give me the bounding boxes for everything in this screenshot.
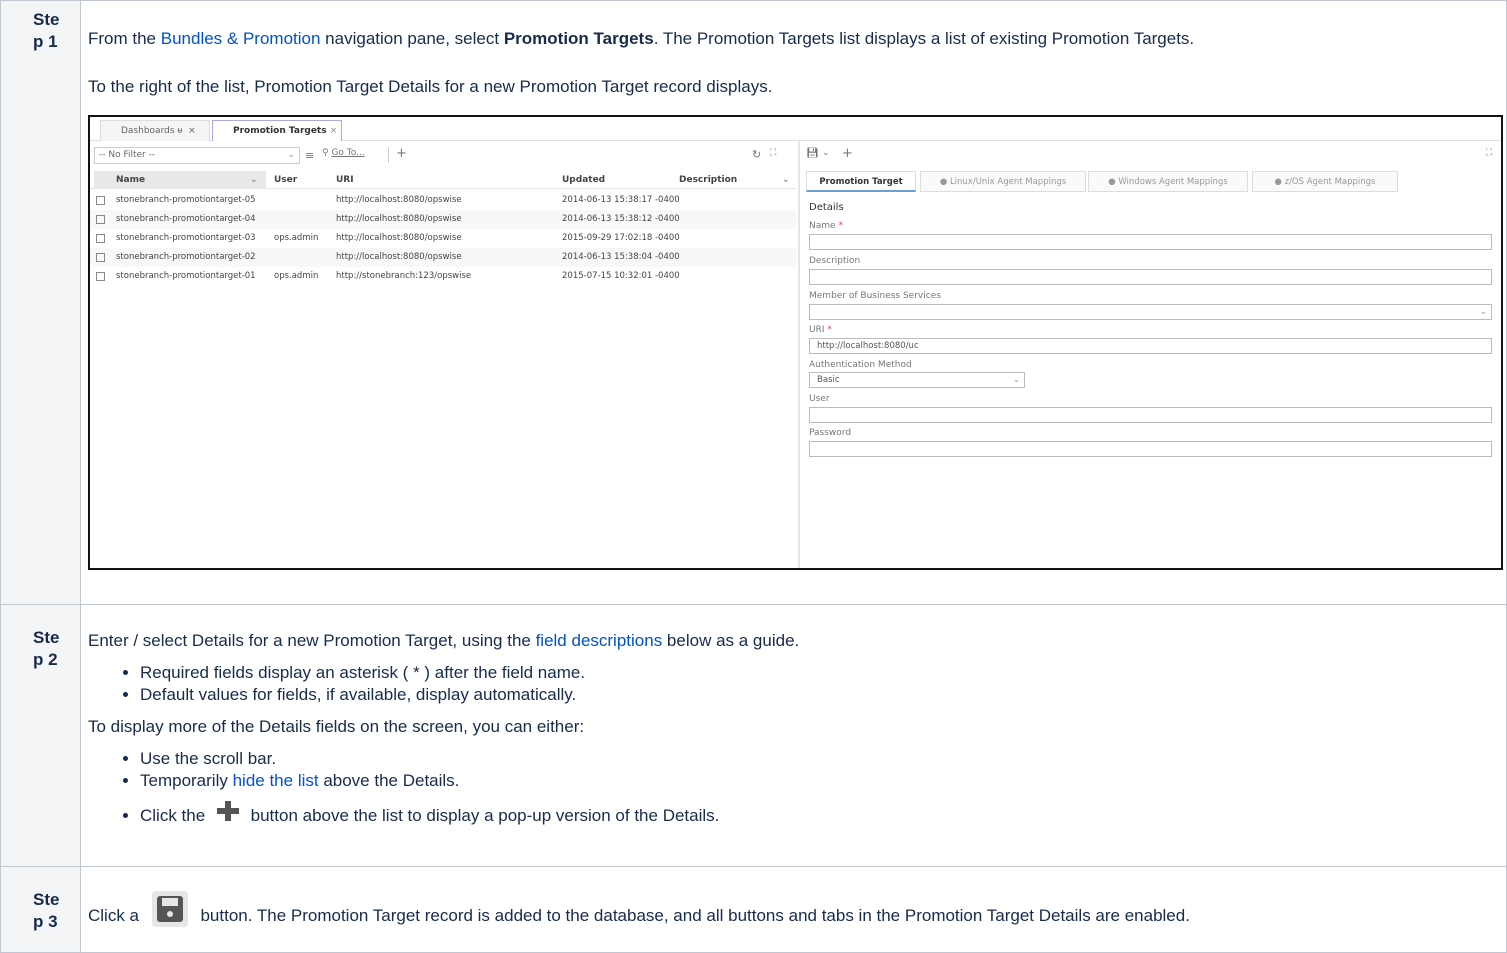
step2-mid: To display more of the Details fields on… (88, 717, 585, 736)
password-field[interactable] (809, 441, 1492, 457)
list-item: Temporarily hide the list above the Deta… (140, 770, 1506, 792)
uri-field[interactable]: http://localhost:8080/uc (809, 338, 1492, 354)
member-label: Member of Business Services (809, 291, 941, 301)
user-label: User (809, 394, 830, 404)
column-updated[interactable]: Updated (562, 171, 605, 189)
refresh-icon[interactable]: ↻ (752, 148, 761, 161)
step-content: From the Bundles & Promotion navigation … (80, 0, 1507, 605)
field-descriptions-link[interactable]: field descriptions (536, 631, 663, 650)
auth-method-select[interactable]: Basic ⌄ (809, 372, 1025, 388)
member-of-business-services-select[interactable]: ⌄ (809, 304, 1492, 320)
table-row[interactable]: stonebranch-promotiontarget-01 ops.admin… (90, 267, 796, 286)
expand-icon[interactable]: ⛶ (1486, 148, 1492, 158)
name-label: Name * (809, 221, 843, 231)
description-label: Description (809, 256, 861, 266)
filter-select[interactable]: -- No Filter -- ⌄ (94, 147, 300, 164)
save-button-icon (144, 889, 196, 929)
step-label: Ste p 2 (0, 604, 81, 867)
go-to-button[interactable]: ⚲ Go To... (322, 148, 365, 158)
column-name[interactable]: Name (116, 171, 145, 189)
record-icon (96, 234, 105, 243)
maximize-icon[interactable]: ⛶ (770, 148, 776, 158)
step3-text: Click a button. The Promotion Target rec… (88, 889, 1506, 936)
pin-icon[interactable]: ᵾ (177, 126, 182, 136)
new-record-icon[interactable]: + (842, 146, 853, 161)
step-label: Ste p 1 (0, 0, 81, 605)
step-label: Ste p 3 (0, 866, 81, 953)
pane-divider[interactable] (798, 141, 800, 568)
save-icon[interactable]: 💾︎ (806, 148, 819, 159)
name-field[interactable] (809, 234, 1492, 250)
plus-button-icon (210, 798, 246, 824)
bundles-promotion-link[interactable]: Bundles & Promotion (161, 29, 321, 48)
tab-bar: Dashboards ᵾ × Promotion Targets × (90, 117, 1501, 141)
user-field[interactable] (809, 407, 1492, 423)
list-header: Name ⌄ User URI Updated Description ⌄ (90, 171, 796, 189)
filter-icon[interactable]: ≡ (305, 149, 314, 162)
tab-promotion-targets[interactable]: Promotion Targets × (212, 120, 342, 141)
details-heading: Details (809, 202, 844, 213)
close-icon[interactable]: × (330, 126, 338, 136)
password-label: Password (809, 428, 852, 438)
sort-icon[interactable]: ⌄ (250, 171, 258, 189)
step1-second: To the right of the list, Promotion Targ… (88, 77, 773, 96)
step-content: Enter / select Details for a new Promoti… (80, 604, 1507, 867)
bullet-list: Use the scroll bar. Temporarily hide the… (88, 748, 1506, 831)
chevron-down-icon[interactable]: ⌄ (782, 171, 790, 189)
column-uri[interactable]: URI (336, 171, 354, 189)
list-item: Use the scroll bar. (140, 748, 1506, 770)
hide-the-list-link[interactable]: hide the list (233, 771, 319, 790)
screenshot-promotion-targets: Dashboards ᵾ × Promotion Targets × -- No… (88, 115, 1503, 570)
step2-intro: Enter / select Details for a new Promoti… (88, 631, 800, 650)
table-row[interactable]: stonebranch-promotiontarget-05 http://lo… (90, 191, 796, 210)
step-content: Click a button. The Promotion Target rec… (80, 866, 1507, 953)
table-row[interactable]: stonebranch-promotiontarget-03 ops.admin… (90, 229, 796, 248)
bullet-list: Required fields display an asterisk ( * … (88, 662, 1506, 706)
record-icon (96, 272, 105, 281)
steps-table: Ste p 1 From the Bundles & Promotion nav… (0, 0, 1507, 953)
tab-promotion-target[interactable]: Promotion Target (806, 171, 916, 192)
tab-windows-agent-mappings[interactable]: ● Windows Agent Mappings (1088, 171, 1248, 192)
column-description[interactable]: Description (679, 171, 737, 189)
uri-label: URI * (809, 325, 832, 335)
record-icon (96, 253, 105, 262)
tab-zos-agent-mappings[interactable]: ● z/OS Agent Mappings (1252, 171, 1398, 192)
step1-intro: From the Bundles & Promotion navigation … (88, 29, 1195, 48)
list-item: Default values for fields, if available,… (140, 684, 1506, 706)
list-item: Required fields display an asterisk ( * … (140, 662, 1506, 684)
tab-linux-unix-agent-mappings[interactable]: ● Linux/Unix Agent Mappings (920, 171, 1086, 192)
tab-dashboards[interactable]: Dashboards ᵾ × (100, 120, 210, 141)
record-icon (96, 196, 105, 205)
table-row[interactable]: stonebranch-promotiontarget-04 http://lo… (90, 210, 796, 229)
table-row[interactable]: stonebranch-promotiontarget-02 http://lo… (90, 248, 796, 267)
column-user[interactable]: User (274, 171, 297, 189)
auth-method-label: Authentication Method (809, 360, 912, 370)
list-item: Click the button above the list to displ… (140, 798, 1506, 831)
add-icon[interactable]: + (396, 146, 407, 161)
close-icon[interactable]: × (188, 126, 196, 136)
record-icon (96, 215, 105, 224)
description-field[interactable] (809, 269, 1492, 285)
chevron-down-icon[interactable]: ⌄ (822, 148, 830, 158)
